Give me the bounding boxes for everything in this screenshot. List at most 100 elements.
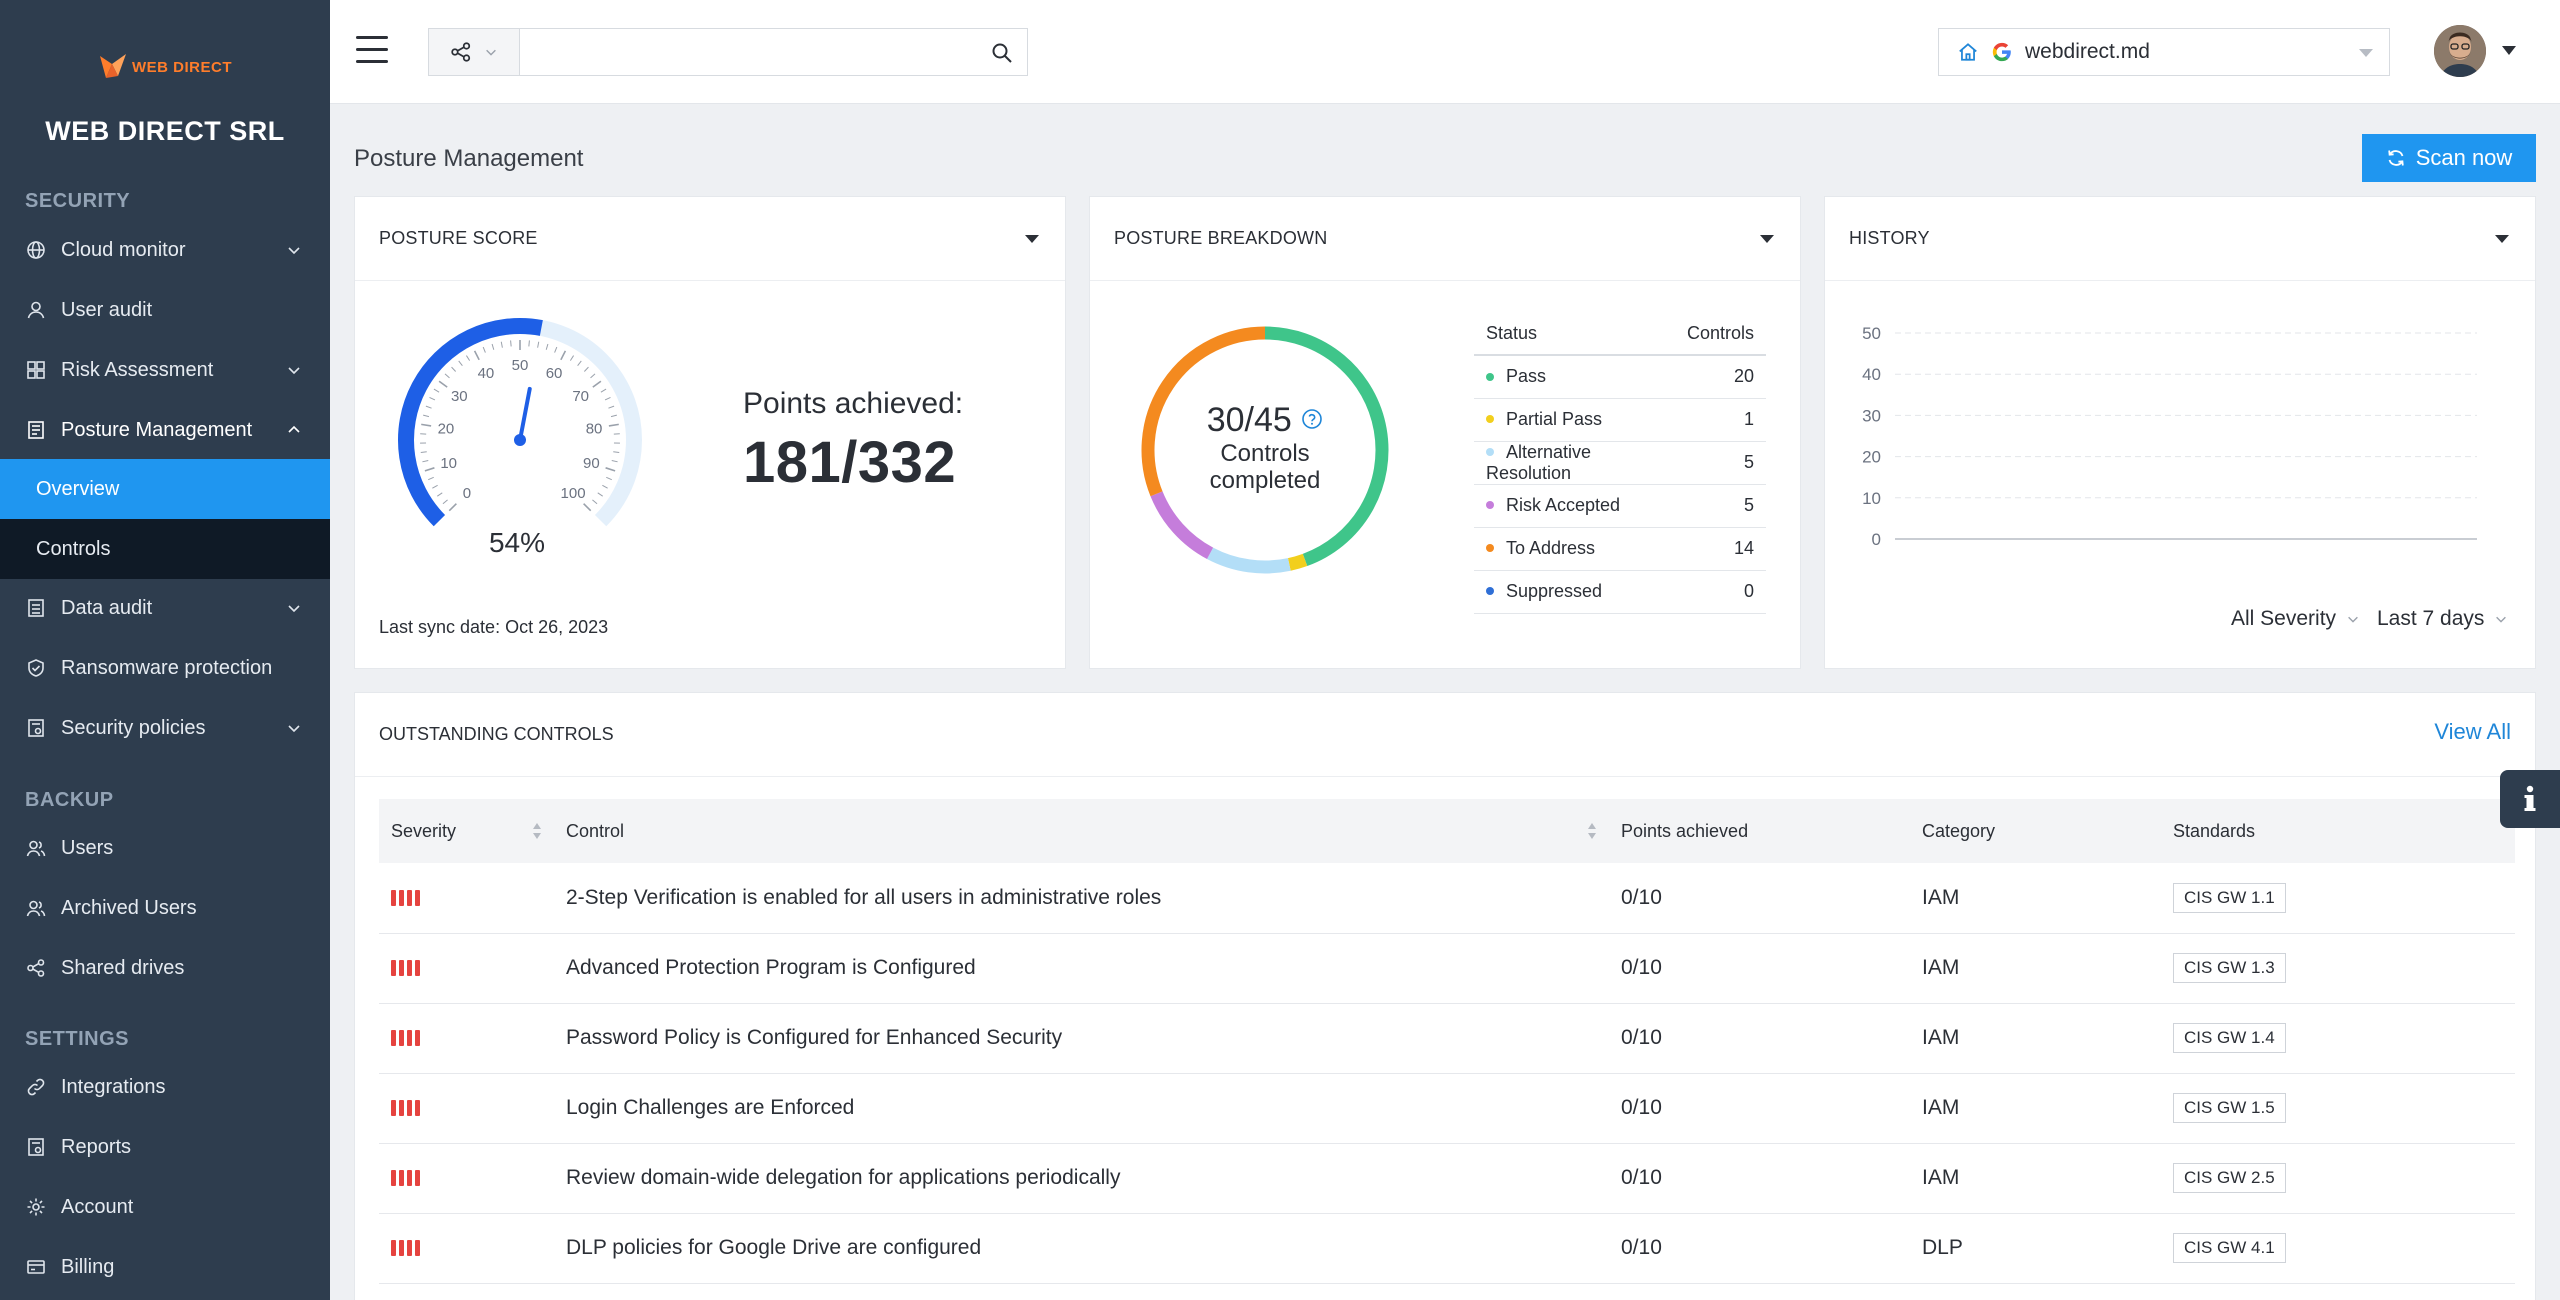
table-row[interactable]: 2-Step Verification is enabled for all u…	[379, 863, 2515, 934]
card-menu-caret-icon[interactable]	[2495, 235, 2509, 243]
control-name[interactable]: 2-Step Verification is enabled for all u…	[554, 863, 1609, 934]
view-all-link[interactable]: View All	[2434, 719, 2511, 745]
sidebar-item-account[interactable]: Account	[0, 1177, 330, 1237]
gauge-tick	[444, 373, 450, 379]
gauge-tick	[528, 340, 530, 347]
sidebar-item-shared-drives[interactable]: Shared drives	[0, 938, 330, 998]
control-column-header[interactable]: Control	[554, 799, 1609, 863]
menu-icon[interactable]	[356, 36, 388, 66]
sidebar-item-reports[interactable]: Reports	[0, 1117, 330, 1177]
sidebar-item-posture-management[interactable]: Posture Management	[0, 400, 330, 460]
gauge-tick	[597, 492, 603, 497]
user-menu-caret-icon[interactable]	[2502, 46, 2516, 55]
control-name[interactable]: Advanced Protection Program is Configure…	[554, 933, 1609, 1004]
gauge-tick	[608, 423, 619, 427]
table-row[interactable]: Review domain-wide delegation for applic…	[379, 1143, 2515, 1214]
gauge-tick	[423, 414, 430, 418]
sidebar-item-label: Users	[61, 836, 114, 859]
severity-column-header[interactable]: Severity	[379, 799, 554, 863]
sidebar-item-archived-users[interactable]: Archived Users	[0, 878, 330, 938]
history-header: HISTORY	[1825, 197, 2535, 281]
severity-cell	[379, 1003, 554, 1074]
sidebar-item-risk-assessment[interactable]: Risk Assessment	[0, 340, 330, 400]
severity-filter[interactable]: All Severity	[2231, 607, 2360, 631]
card-menu-caret-icon[interactable]	[1025, 235, 1039, 243]
gauge-tick	[610, 414, 617, 418]
standards-column-header: Standards	[2161, 799, 2515, 863]
standard-tag[interactable]: CIS GW 1.3	[2173, 953, 2286, 983]
control-name[interactable]: Password Policy is Configured for Enhanc…	[554, 1003, 1609, 1074]
grid-icon	[25, 359, 47, 381]
gauge-tick	[510, 340, 512, 347]
domain-label: webdirect.md	[2025, 40, 2150, 63]
table-row[interactable]: Login Challenges are Enforced 0/10 IAM CIS …	[379, 1073, 2515, 1144]
avatar[interactable]	[2434, 25, 2486, 77]
control-name[interactable]: Review domain-wide delegation for applic…	[554, 1143, 1609, 1214]
chevron-down-icon	[2496, 616, 2507, 623]
card-menu-caret-icon[interactable]	[1760, 235, 1774, 243]
standard-tag[interactable]: CIS GW 4.1	[2173, 1233, 2286, 1263]
gauge-tick	[473, 350, 480, 361]
sidebar-item-integrations[interactable]: Integrations	[0, 1057, 330, 1117]
status-count: 5	[1674, 441, 1766, 485]
sidebar-item-data-audit[interactable]: Data audit	[0, 578, 330, 638]
status-label: Alternative Resolution	[1474, 441, 1675, 485]
outstanding-controls-header: OUTSTANDING CONTROLS	[355, 693, 2535, 777]
sidebar-item-label: Cloud monitor	[61, 238, 186, 261]
sidebar-item-user-audit[interactable]: User audit	[0, 280, 330, 340]
points-label: Points achieved:	[743, 387, 964, 420]
sidebar-item-overview[interactable]: Overview	[0, 459, 330, 519]
sidebar-item-controls[interactable]: Controls	[0, 519, 330, 579]
standard-tag[interactable]: CIS GW 1.5	[2173, 1093, 2286, 1123]
status-label: Suppressed	[1474, 570, 1675, 614]
range-filter[interactable]: Last 7 days	[2377, 607, 2508, 631]
company-logo[interactable]: WEB DIRECT	[98, 50, 232, 84]
category-cell: IAM	[1910, 1143, 2161, 1214]
control-name[interactable]: Login Challenges are Enforced	[554, 1073, 1609, 1144]
table-row[interactable]: Advanced Protection Program is Configure…	[379, 933, 2515, 1004]
standard-tag[interactable]: CIS GW 2.5	[2173, 1163, 2286, 1193]
points-cell: 0/10	[1609, 1003, 1910, 1074]
donut-center: 30/45 Controls completed	[1138, 401, 1392, 494]
sidebar-item-ransomware-protection[interactable]: Ransomware protection	[0, 638, 330, 698]
standard-tag[interactable]: CIS GW 1.1	[2173, 882, 2286, 913]
sidebar-item-label: Reports	[61, 1135, 132, 1158]
search-input[interactable]	[520, 29, 960, 75]
scan-now-button[interactable]: Scan now	[2362, 134, 2536, 182]
gauge-tick-label: 50	[512, 357, 529, 374]
standards-cell: CIS GW 4.1	[2161, 1213, 2515, 1284]
table-row[interactable]: Password Policy is Configured for Enhanc…	[379, 1003, 2515, 1074]
gauge-tick-label: 20	[438, 420, 455, 437]
domain-select[interactable]: webdirect.md	[1938, 28, 2390, 76]
x-tick-label: Oct 27	[2452, 554, 2502, 557]
y-tick-label: 10	[1862, 489, 1881, 508]
severity-cell	[379, 1213, 554, 1284]
gauge-tick	[605, 467, 616, 472]
info-tab[interactable]	[2500, 770, 2560, 828]
sidebar-item-label: Data audit	[61, 596, 153, 619]
gauge-percent: 54%	[488, 527, 546, 558]
points-column-header: Points achieved	[1609, 799, 1910, 863]
sidebar-item-cloud-monitor[interactable]: Cloud monitor	[0, 220, 330, 280]
status-count: 0	[1674, 570, 1766, 614]
sidebar-item-billing[interactable]: Billing	[0, 1237, 330, 1297]
donut-label-1: Controls	[1220, 440, 1310, 467]
control-name[interactable]: DLP policies for Google Drive are config…	[554, 1213, 1609, 1284]
gauge-tick	[433, 388, 440, 393]
gauge-tick	[590, 373, 596, 379]
share-icon	[25, 957, 47, 979]
gauge-tick	[458, 360, 463, 367]
share-dropdown[interactable]	[428, 28, 520, 76]
user-icon	[25, 299, 47, 321]
sidebar-item-users[interactable]: Users	[0, 818, 330, 878]
status-text: Risk Accepted	[1506, 495, 1621, 515]
status-text: Suppressed	[1506, 581, 1603, 601]
help-icon[interactable]	[1301, 408, 1323, 430]
table-row[interactable]: DLP policies for Google Drive are config…	[379, 1213, 2515, 1284]
gauge-tick	[482, 346, 486, 353]
standard-tag[interactable]: CIS GW 1.4	[2173, 1023, 2286, 1053]
status-dot	[1486, 372, 1494, 381]
sort-icon	[533, 823, 541, 839]
search-icon[interactable]	[991, 42, 1013, 64]
sidebar-item-security-policies[interactable]: Security policies	[0, 698, 330, 758]
